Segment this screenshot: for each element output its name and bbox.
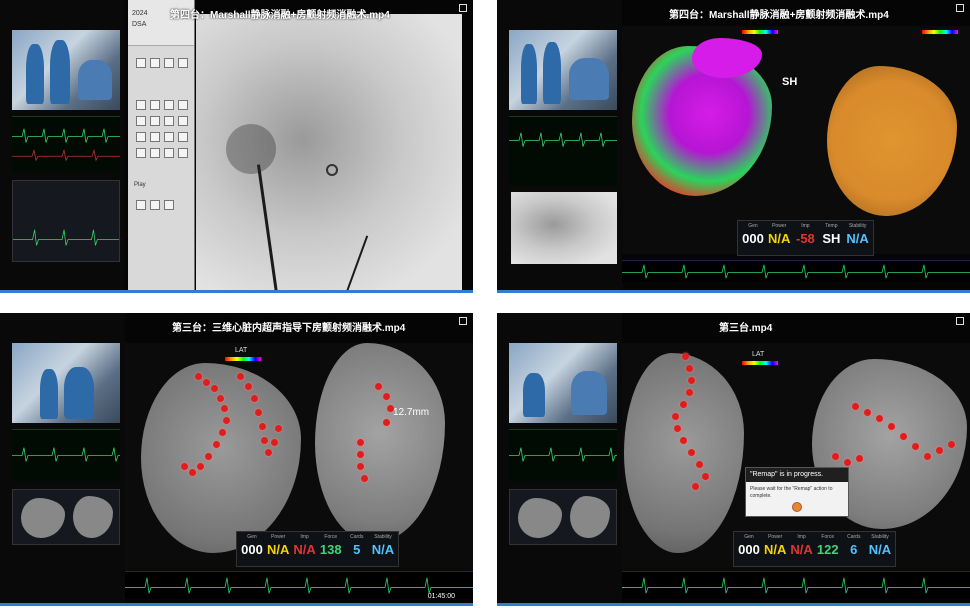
tool-button[interactable] (136, 116, 146, 126)
color-scale (225, 357, 261, 361)
vital-gen: Gen 000 (241, 534, 263, 557)
video-title: 第四台：Marshall静脉消融+房颤射频消融术.mp4 (170, 10, 390, 21)
operating-room-camera (12, 30, 120, 110)
color-scale (742, 361, 778, 365)
color-scale (742, 30, 778, 34)
video-panel-1[interactable]: 2024 DSA Play 第四台：Marshall静脉消融+房颤射频消融术.m… (0, 0, 473, 293)
video-panel-4[interactable]: LAT "Remap" is in progress. Please wait … (497, 313, 970, 606)
tool-button[interactable] (150, 132, 160, 142)
ablation-vitals: Gen 000 Power N/A Imp N/A Force 138 Cards 5 S… (236, 531, 400, 567)
vital-stability: Stability N/A (371, 534, 395, 557)
fluoroscopy-image (196, 14, 462, 293)
video-grid: 2024 DSA Play 第四台：Marshall静脉消融+房颤射频消融术.m… (0, 0, 970, 608)
vital-force: Force 138 (319, 534, 342, 557)
intracardiac-signals (125, 571, 473, 599)
side-monitors (0, 313, 125, 606)
video-title: 第四台：Marshall静脉消融+房颤射频消融术.mp4 (669, 10, 889, 21)
vital-cards: Cards 6 (847, 534, 861, 557)
ecg-monitor (12, 429, 120, 481)
ablation-vitals: Gen 000 Power N/A Imp -58 Temp SH Stability N… (737, 220, 874, 256)
playback-timecode: 01:45:00 (427, 593, 455, 600)
ecg-monitor (509, 429, 617, 481)
tool-button[interactable] (150, 116, 160, 126)
ecg-monitor (509, 116, 617, 186)
mapping-thumbnail (509, 489, 617, 545)
next-button[interactable] (164, 200, 174, 210)
video-panel-2[interactable]: SH Gen 000 Power N/A Imp -58 Temp SH Stabili… (497, 0, 970, 293)
playback-progress[interactable] (0, 290, 473, 293)
video-title: 第三台.mp4 (719, 323, 773, 334)
fullscreen-icon[interactable] (956, 317, 964, 325)
tool-button[interactable] (136, 132, 146, 142)
operating-room-camera (509, 30, 617, 110)
tool-button[interactable] (136, 58, 146, 68)
vital-stability: Stability N/A (868, 534, 892, 557)
vital-impedance: Imp N/A (790, 534, 813, 557)
vital-power: Power N/A (768, 223, 791, 246)
playback-progress[interactable] (0, 603, 473, 606)
vital-power: Power N/A (764, 534, 787, 557)
ecg-monitor (12, 116, 120, 172)
playback-progress[interactable] (497, 290, 970, 293)
tool-button[interactable] (150, 58, 160, 68)
vital-temp: Temp SH (822, 223, 841, 246)
fluoroscopy-thumbnail (511, 192, 617, 264)
intracardiac-signals (622, 260, 970, 282)
tool-button[interactable] (164, 58, 174, 68)
lat-label: LAT (235, 347, 248, 354)
tool-button[interactable] (164, 132, 174, 142)
operating-room-camera (509, 343, 617, 423)
fullscreen-icon[interactable] (459, 4, 467, 12)
tool-button[interactable] (150, 148, 160, 158)
tool-button[interactable] (164, 116, 174, 126)
vital-impedance: Imp -58 (795, 223, 815, 246)
side-monitors (497, 313, 622, 606)
ablation-vitals: Gen 000 Power N/A Imp N/A Force 122 Cards 6 S… (733, 531, 897, 567)
dialog-heading: "Remap" is in progress. (746, 468, 848, 482)
vital-gen: Gen 000 (742, 223, 764, 246)
operating-room-camera (12, 343, 120, 423)
remap-dialog[interactable]: "Remap" is in progress. Please wait for … (745, 467, 849, 517)
intracardiac-signals (622, 571, 970, 599)
color-scale (922, 30, 958, 34)
side-monitors (497, 0, 622, 293)
play-button[interactable] (136, 200, 146, 210)
mapping-thumbnail (12, 489, 120, 545)
video-panel-3[interactable]: LAT 12.7mm Gen 000 Power N/A Imp N/A Force 1… (0, 313, 473, 606)
distance-readout: 12.7mm (393, 407, 430, 418)
tool-button[interactable] (178, 58, 188, 68)
tool-button[interactable] (150, 100, 160, 110)
dsa-tool-window[interactable]: 2024 DSA Play (128, 0, 195, 293)
fullscreen-icon[interactable] (956, 4, 964, 12)
sh-label: SH (782, 76, 798, 88)
stop-button[interactable] (150, 200, 160, 210)
vital-impedance: Imp N/A (293, 534, 316, 557)
dialog-cancel-button[interactable] (792, 502, 802, 512)
vital-force: Force 122 (816, 534, 839, 557)
vital-power: Power N/A (267, 534, 290, 557)
tool-button[interactable] (136, 100, 146, 110)
vital-cards: Cards 5 (350, 534, 364, 557)
tool-button[interactable] (178, 100, 188, 110)
vital-gen: Gen 000 (738, 534, 760, 557)
fullscreen-icon[interactable] (459, 317, 467, 325)
dialog-body: Please wait for the "Remap" action to co… (750, 486, 833, 499)
tool-button[interactable] (164, 148, 174, 158)
tool-button[interactable] (178, 148, 188, 158)
tool-button[interactable] (136, 148, 146, 158)
vital-stability: Stability N/A (846, 223, 869, 246)
playback-progress[interactable] (497, 603, 970, 606)
play-label: Play (134, 182, 146, 188)
tool-button[interactable] (164, 100, 174, 110)
tool-button[interactable] (178, 132, 188, 142)
tool-button[interactable] (178, 116, 188, 126)
lat-label: LAT (752, 351, 765, 358)
video-title: 第三台：三维心脏内超声指导下房颤射频消融术.mp4 (172, 323, 406, 334)
mapping-thumbnail (12, 180, 120, 262)
side-monitors (0, 0, 125, 293)
